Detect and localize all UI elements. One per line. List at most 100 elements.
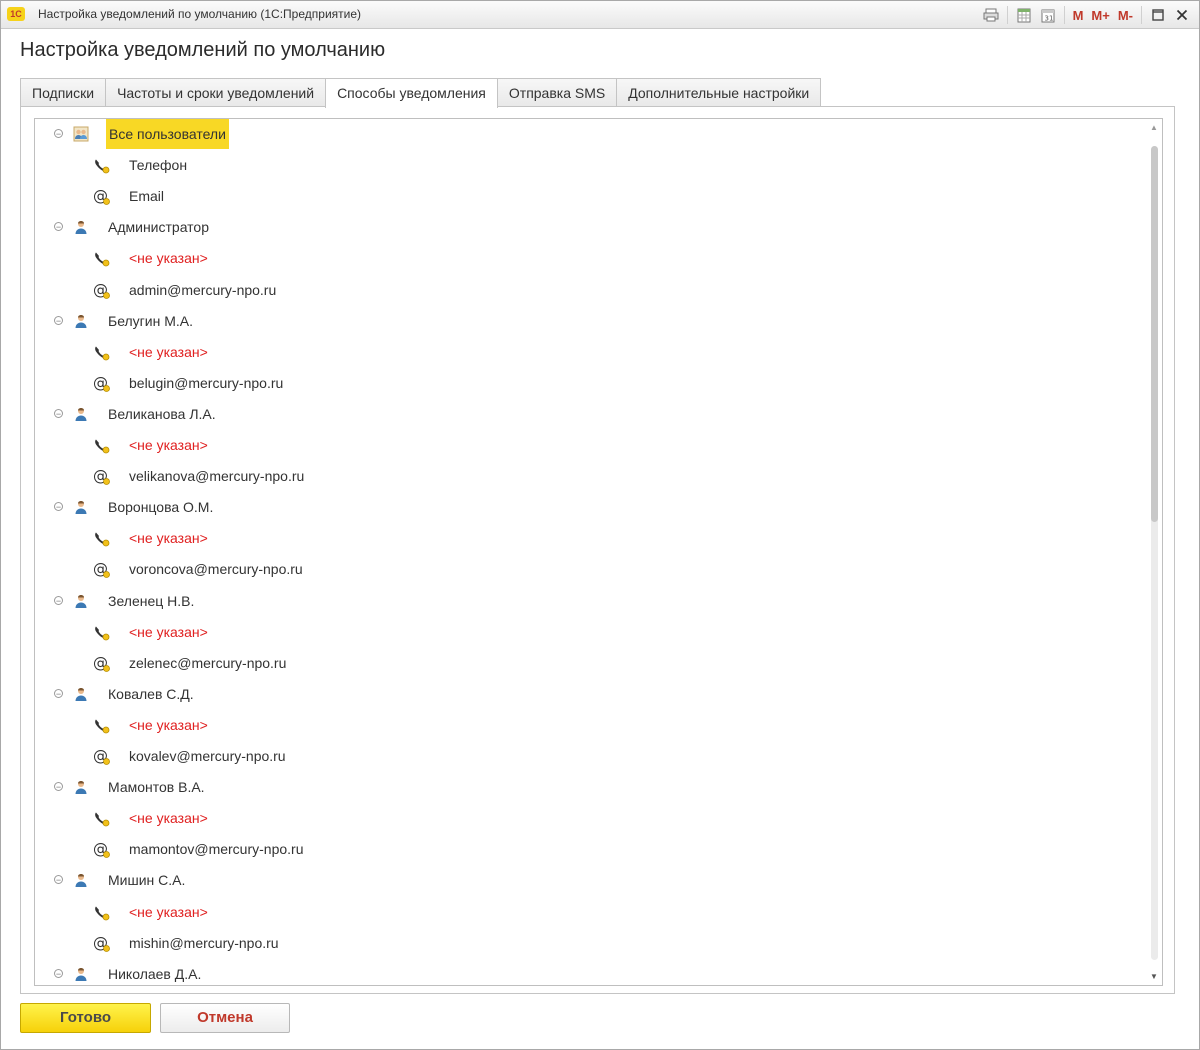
user-icon [73, 406, 89, 422]
tree-item-row[interactable]: <не указан> [35, 710, 1145, 741]
collapse-icon[interactable]: − [54, 595, 63, 605]
phone-icon [93, 624, 110, 641]
app-logo: 1С [7, 7, 25, 21]
tree-item-row[interactable]: <не указан> [35, 337, 1145, 368]
window-title: Настройка уведомлений по умолчанию (1С:П… [38, 7, 362, 21]
vertical-scrollbar[interactable]: ▲ ▼ [1146, 119, 1162, 985]
settings-window: 1С Настройка уведомлений по умолчанию (1… [0, 0, 1200, 1050]
collapse-icon[interactable]: − [54, 688, 63, 698]
memory-plus-button[interactable]: M+ [1088, 5, 1112, 25]
tree-item-row[interactable]: @ zelenec@mercury-npo.ru [35, 648, 1145, 679]
tree-item-row[interactable]: <не указан> [35, 243, 1145, 274]
tree-item-label: <не указан> [129, 903, 208, 920]
title-bar: 1С Настройка уведомлений по умолчанию (1… [1, 1, 1199, 29]
phone-icon [93, 437, 110, 454]
tree-item-row[interactable]: <не указан> [35, 897, 1145, 928]
tree-group-row[interactable]: − Мамонтов В.А. [35, 772, 1145, 803]
separator [1063, 6, 1065, 24]
tree-item-row[interactable]: <не указан> [35, 617, 1145, 648]
user-icon [73, 686, 89, 702]
tree-item-row[interactable]: @ velikanova@mercury-npo.ru [35, 461, 1145, 492]
tab-panel: ▲ ▼ − Все пользователи Телефон @ Email − Админ… [20, 106, 1175, 994]
cancel-button[interactable]: Отмена [160, 1003, 290, 1033]
tree-item-row[interactable]: @ belugin@mercury-npo.ru [35, 368, 1145, 399]
user-icon [73, 219, 89, 235]
tab-additional-settings[interactable]: Дополнительные настройки [616, 78, 822, 106]
tree-item-row[interactable]: <не указан> [35, 803, 1145, 834]
tree-item-label: <не указан> [129, 810, 208, 827]
tree-item-row[interactable]: @ kovalev@mercury-npo.ru [35, 741, 1145, 772]
tree-item-label: voroncova@mercury-npo.ru [129, 561, 303, 578]
user-icon [73, 499, 89, 515]
user-icon [73, 313, 89, 329]
tree-item-label: mamontov@mercury-npo.ru [129, 841, 304, 858]
tree-group-label: Все пользователи [106, 119, 229, 149]
tree-item-label: <не указан> [129, 343, 208, 360]
tab-sms[interactable]: Отправка SMS [496, 78, 618, 106]
titlebar-tools: 31 M M+ M- [980, 4, 1193, 26]
tree-item-row[interactable]: <не указан> [35, 523, 1145, 554]
calendar-icon[interactable]: 31 [1037, 5, 1059, 25]
email-icon: @ [93, 281, 110, 299]
tab-notification-methods[interactable]: Способы уведомления [325, 78, 498, 108]
svg-text:31: 31 [1044, 14, 1053, 22]
tree-item-row[interactable]: @ voroncova@mercury-npo.ru [35, 554, 1145, 585]
maximize-icon[interactable] [1147, 5, 1169, 25]
tree-group-row[interactable]: − Белугин М.А. [35, 306, 1145, 337]
collapse-icon[interactable]: − [54, 129, 63, 139]
tree-group-label: Воронцова О.М. [108, 499, 214, 516]
done-button[interactable]: Готово [20, 1003, 151, 1033]
collapse-icon[interactable]: − [54, 315, 63, 325]
memory-m-button[interactable]: M [1070, 5, 1087, 25]
tree-item-label: mishin@mercury-npo.ru [129, 934, 279, 951]
phone-icon [93, 530, 110, 547]
users-group-icon [73, 126, 89, 142]
scroll-up-icon[interactable]: ▲ [1150, 123, 1158, 132]
phone-icon [93, 810, 110, 827]
scroll-down-icon[interactable]: ▼ [1150, 972, 1158, 981]
tree-item-row[interactable]: <не указан> [35, 430, 1145, 461]
phone-icon [93, 904, 110, 921]
tree-group-label: Ковалев С.Д. [108, 685, 194, 702]
tab-subscriptions[interactable]: Подписки [20, 78, 107, 106]
email-icon: @ [93, 187, 110, 205]
tree-item-label: <не указан> [129, 623, 208, 640]
tree-item-row[interactable]: @ mishin@mercury-npo.ru [35, 928, 1145, 959]
phone-icon [93, 157, 110, 174]
separator [1006, 6, 1008, 24]
collapse-icon[interactable]: − [54, 875, 63, 885]
tree-item-row[interactable]: Телефон [35, 150, 1145, 181]
print-icon[interactable] [980, 5, 1002, 25]
notification-methods-tree[interactable]: ▲ ▼ − Все пользователи Телефон @ Email − Админ… [34, 118, 1163, 986]
tree-item-label: Email [129, 188, 165, 205]
tree-group-row[interactable]: − Великанова Л.А. [35, 399, 1145, 430]
tree-group-row[interactable]: − Администратор [35, 212, 1145, 243]
collapse-icon[interactable]: − [54, 968, 63, 978]
collapse-icon[interactable]: − [54, 782, 63, 792]
tree-item-row[interactable]: @ Email [35, 181, 1145, 212]
tab-frequencies[interactable]: Частоты и сроки уведомлений [105, 78, 327, 106]
tree-item-row[interactable]: @ admin@mercury-npo.ru [35, 275, 1145, 306]
collapse-icon[interactable]: − [54, 502, 63, 512]
memory-minus-button[interactable]: M- [1115, 5, 1136, 25]
spreadsheet-icon[interactable] [1013, 5, 1035, 25]
tree-group-row[interactable]: − Мишин С.А. [35, 865, 1145, 896]
close-icon[interactable] [1171, 5, 1193, 25]
email-icon: @ [93, 654, 110, 672]
tree-item-label: admin@mercury-npo.ru [129, 281, 277, 298]
collapse-icon[interactable]: − [54, 408, 63, 418]
separator [1141, 6, 1142, 24]
collapse-icon[interactable]: − [54, 222, 63, 232]
tree-item-label: <не указан> [129, 530, 208, 547]
tree-group-row[interactable]: − Николаев Д.А. [35, 959, 1145, 985]
tree-group-row[interactable]: − Воронцова О.М. [35, 492, 1145, 523]
tree-group-row[interactable]: − Ковалев С.Д. [35, 679, 1145, 710]
scroll-thumb[interactable] [1151, 146, 1158, 522]
tree-item-row[interactable]: @ mamontov@mercury-npo.ru [35, 834, 1145, 865]
tree-group-row[interactable]: − Зеленец Н.В. [35, 586, 1145, 617]
page-title: Настройка уведомлений по умолчанию [20, 39, 386, 61]
phone-icon [93, 250, 110, 267]
tree-group-row[interactable]: − Все пользователи [35, 119, 1145, 150]
tree-item-label: <не указан> [129, 716, 208, 733]
tab-bar: Подписки Частоты и сроки уведомлений Спо… [20, 78, 822, 108]
